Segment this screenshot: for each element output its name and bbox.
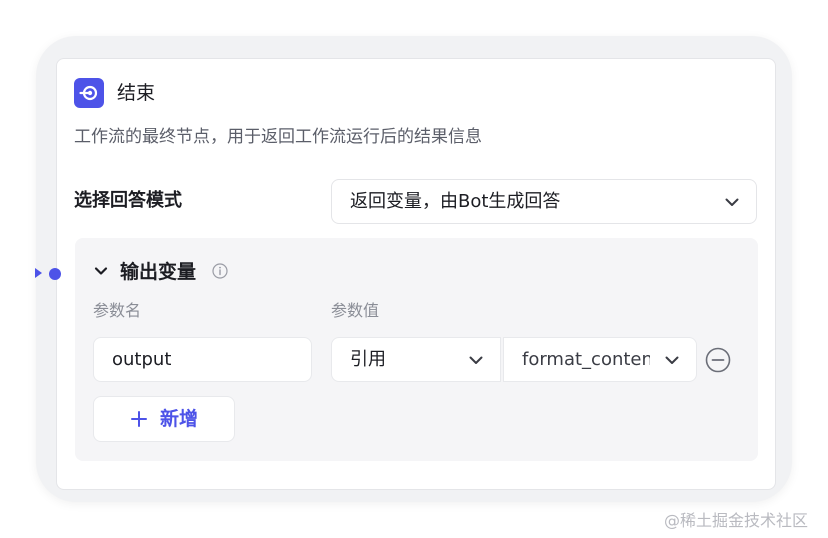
- value-source-select[interactable]: 引用: [331, 337, 501, 382]
- param-value-column-label: 参数值: [331, 301, 380, 320]
- remove-row-icon[interactable]: [705, 347, 731, 373]
- output-section-title: 输出变量: [120, 261, 197, 283]
- end-node-icon: [74, 78, 104, 108]
- chevron-down-icon: [665, 356, 679, 364]
- variable-reference-select[interactable]: format_content: [503, 337, 697, 382]
- input-port-handle[interactable]: [49, 268, 61, 280]
- chevron-down-icon: [469, 356, 483, 364]
- add-variable-label: 新增: [159, 408, 198, 430]
- collapse-chevron-icon[interactable]: [93, 263, 109, 279]
- add-variable-button[interactable]: 新增: [93, 396, 235, 442]
- watermark: @稀土掘金技术社区: [664, 511, 809, 530]
- variable-reference-text: format_content: [522, 349, 650, 370]
- value-source-text: 引用: [350, 349, 386, 370]
- answer-mode-label: 选择回答模式: [74, 190, 182, 211]
- node-title: 结束: [117, 82, 156, 104]
- chevron-down-icon: [725, 198, 739, 206]
- plus-icon: [130, 411, 147, 427]
- answer-mode-value: 返回变量，由Bot生成回答: [350, 191, 561, 212]
- input-port-arrow-icon: [35, 268, 42, 278]
- node-description: 工作流的最终节点，用于返回工作流运行后的结果信息: [74, 127, 482, 147]
- info-icon[interactable]: [212, 263, 228, 279]
- param-name-input[interactable]: [93, 337, 312, 382]
- param-name-column-label: 参数名: [93, 301, 142, 320]
- answer-mode-select[interactable]: 返回变量，由Bot生成回答: [331, 179, 757, 224]
